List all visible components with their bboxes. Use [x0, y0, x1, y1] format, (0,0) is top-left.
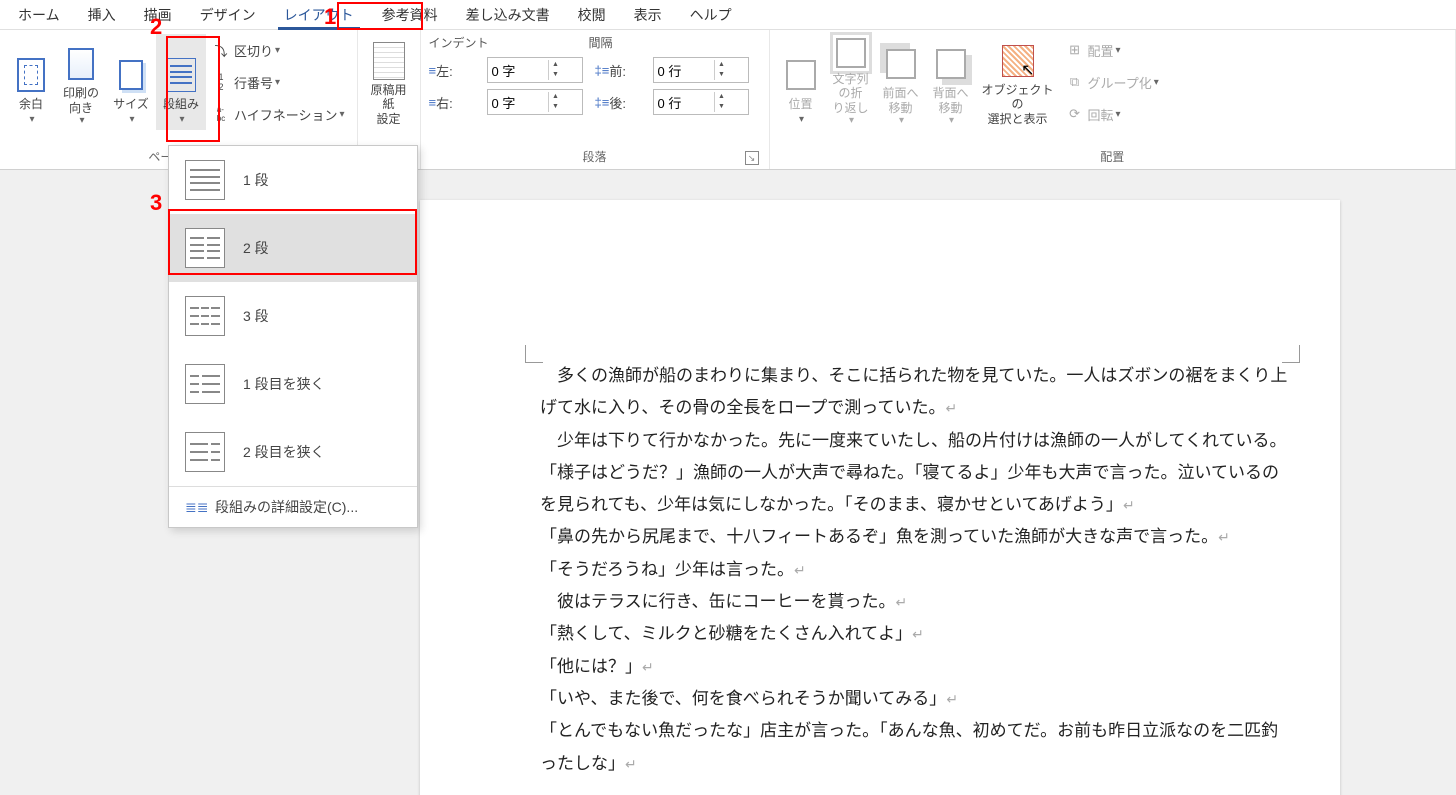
- columns-option-left-narrow[interactable]: 1 段目を狭く: [169, 350, 417, 418]
- size-button[interactable]: サイズ▾: [106, 34, 156, 130]
- send-backward-icon: [936, 49, 966, 79]
- spacing-before-label: ‡≡前:: [595, 61, 653, 80]
- bring-forward-icon: [886, 49, 916, 79]
- columns-more-options[interactable]: ≣≣ 段組みの詳細設定(C)...: [169, 487, 417, 527]
- group-icon: ⧉: [1066, 73, 1084, 91]
- send-backward-button: 背面へ移動▾: [926, 34, 976, 130]
- breaks-button[interactable]: ⤵区切り▾: [210, 38, 347, 63]
- orientation-icon: [68, 48, 94, 80]
- arrange-group-label: 配置: [776, 144, 1449, 169]
- callout-1: 1: [324, 4, 336, 30]
- manuscript-icon: [373, 42, 405, 80]
- columns-dropdown: 1 段 2 段 3 段 1 段目を狭く 2 段目を狭く ≣≣ 段組みの詳細設定(…: [168, 145, 418, 528]
- tab-home[interactable]: ホーム: [4, 1, 74, 29]
- align-icon: ⊞: [1066, 41, 1084, 59]
- columns-option-right-narrow[interactable]: 2 段目を狭く: [169, 418, 417, 486]
- indent-left-label: ≡左:: [429, 61, 487, 80]
- tab-help[interactable]: ヘルプ: [676, 1, 746, 29]
- manuscript-settings-button[interactable]: 原稿用紙設定: [364, 34, 414, 130]
- tab-insert[interactable]: 挿入: [74, 1, 130, 29]
- spacing-before-input[interactable]: ▲▼: [653, 57, 749, 83]
- spacing-heading: 間隔: [589, 34, 613, 51]
- callout-2: 2: [150, 14, 162, 40]
- hyphenation-button[interactable]: a-bcハイフネーション▾: [210, 102, 347, 127]
- line-numbers-icon: 12: [212, 73, 230, 91]
- selection-pane-button[interactable]: オブジェクトの選択と表示: [976, 34, 1060, 130]
- document-body[interactable]: 多くの漁師が船のまわりに集まり、そこに括られた物を見ていた。一人はズボンの裾をま…: [540, 360, 1290, 780]
- group-objects-button: ⧉グループ化▾: [1064, 70, 1161, 95]
- tab-design[interactable]: デザイン: [186, 1, 270, 29]
- wrap-icon: [836, 38, 866, 68]
- tab-view[interactable]: 表示: [620, 1, 676, 29]
- position-button: 位置▾: [776, 34, 826, 130]
- orientation-button[interactable]: 印刷の向き▾: [56, 34, 106, 130]
- ribbon-tabs: ホーム 挿入 描画 デザイン レイアウト 参考資料 差し込み文書 校閲 表示 ヘ…: [0, 0, 1456, 30]
- position-icon: [786, 60, 816, 90]
- margin-corner-tr: [1282, 345, 1300, 363]
- margins-button[interactable]: 余白▾: [6, 34, 56, 130]
- right-narrow-icon: [185, 432, 225, 472]
- paragraph-launcher[interactable]: ↘: [745, 151, 759, 165]
- two-columns-icon: [185, 228, 225, 268]
- rotate-button: ⟳回転▾: [1064, 102, 1161, 127]
- margin-corner-tl: [525, 345, 543, 363]
- three-columns-icon: [185, 296, 225, 336]
- tab-mailings[interactable]: 差し込み文書: [452, 1, 564, 29]
- spacing-after-input[interactable]: ▲▼: [653, 89, 749, 115]
- bring-forward-button: 前面へ移動▾: [876, 34, 926, 130]
- columns-button[interactable]: 段組み▾: [156, 34, 206, 130]
- group-arrange: 位置▾ 文字列の折り返し▾ 前面へ移動▾ 背面へ移動▾ オブジェクトの選択と表示…: [770, 30, 1456, 169]
- hyphenation-icon: a-bc: [212, 105, 230, 123]
- paragraph-group-label: 段落: [583, 150, 607, 164]
- tab-review[interactable]: 校閲: [564, 1, 620, 29]
- group-paragraph: インデント間隔 ≡左: ▲▼ ‡≡前: ▲▼ ≡右: ▲▼ ‡≡後: ▲▼ 段落…: [421, 30, 770, 169]
- one-column-icon: [185, 160, 225, 200]
- columns-option-two[interactable]: 2 段: [169, 214, 417, 282]
- align-button: ⊞配置▾: [1064, 38, 1161, 63]
- selection-pane-icon: [1002, 45, 1034, 77]
- indent-right-label: ≡右:: [429, 93, 487, 112]
- spacing-after-label: ‡≡後:: [595, 93, 653, 112]
- rotate-icon: ⟳: [1066, 105, 1084, 123]
- breaks-icon: ⤵: [212, 41, 230, 59]
- more-columns-icon: ≣≣: [185, 499, 205, 516]
- indent-left-input[interactable]: ▲▼: [487, 57, 583, 83]
- line-numbers-button[interactable]: 12行番号▾: [210, 70, 347, 95]
- left-narrow-icon: [185, 364, 225, 404]
- text-wrap-button: 文字列の折り返し▾: [826, 34, 876, 130]
- size-icon: [119, 60, 143, 90]
- indent-heading: インデント: [429, 34, 589, 51]
- tab-layout[interactable]: レイアウト: [270, 1, 368, 29]
- columns-option-three[interactable]: 3 段: [169, 282, 417, 350]
- document-page[interactable]: 多くの漁師が船のまわりに集まり、そこに括られた物を見ていた。一人はズボンの裾をま…: [420, 200, 1340, 795]
- indent-right-input[interactable]: ▲▼: [487, 89, 583, 115]
- columns-option-one[interactable]: 1 段: [169, 146, 417, 214]
- tab-references[interactable]: 参考資料: [368, 1, 452, 29]
- margins-icon: [17, 58, 45, 92]
- callout-3: 3: [150, 190, 162, 216]
- columns-icon: [166, 58, 196, 92]
